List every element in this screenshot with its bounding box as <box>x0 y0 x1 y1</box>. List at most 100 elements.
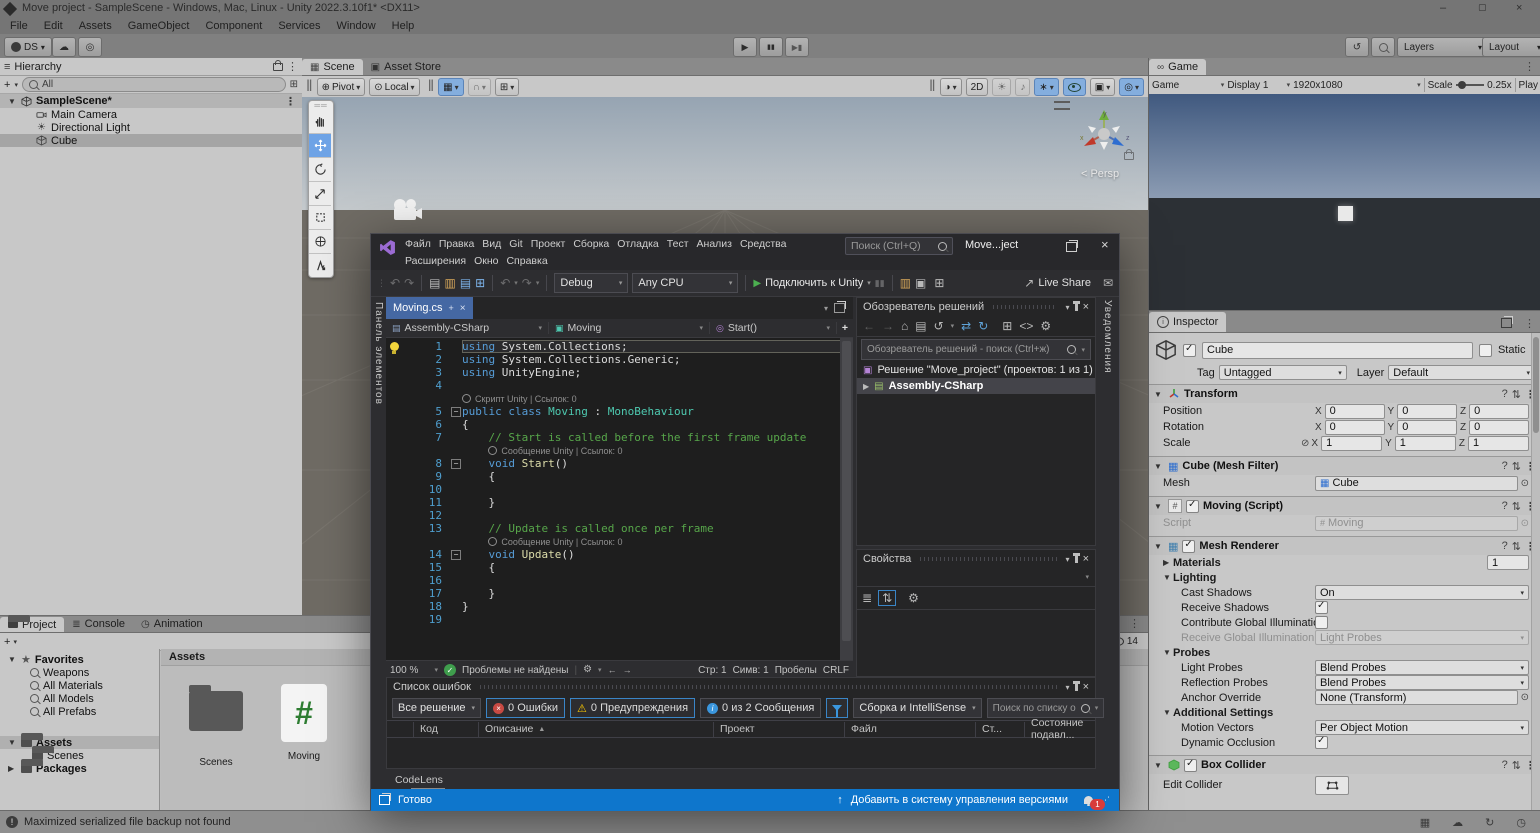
column-suppression[interactable]: Состояние подавл... <box>1025 722 1095 737</box>
foldout-icon[interactable]: ▼ <box>1163 708 1173 717</box>
pin-icon[interactable] <box>1075 303 1078 311</box>
packages-folder-row[interactable]: ▶ Packages <box>0 762 159 775</box>
column-flag[interactable] <box>387 722 414 737</box>
move-tool-button[interactable] <box>309 134 331 158</box>
properties-object-dropdown[interactable]: ▾ <box>859 568 1093 586</box>
assets-folder-row[interactable]: ▼ Assets <box>0 736 159 749</box>
probes-foldout[interactable]: ▼ Probes <box>1149 645 1540 660</box>
mesh-renderer-header[interactable]: ▼ ▦ Mesh Renderer ? ⇅ ⋮ <box>1149 536 1540 555</box>
indent-mode[interactable]: Пробелы <box>775 665 817 676</box>
code-line[interactable]: 6{ <box>386 418 853 431</box>
status-activity-icon[interactable]: ◷ <box>1508 816 1534 829</box>
view-code-icon[interactable]: <> <box>1019 320 1033 332</box>
close-icon[interactable]: × <box>1083 681 1089 693</box>
code-line[interactable]: 17 } <box>386 587 853 600</box>
tab-scene[interactable]: ▦ Scene <box>302 59 363 75</box>
open-file-icon[interactable]: ▥ <box>444 277 455 289</box>
scrollbar-thumb[interactable] <box>1533 337 1539 433</box>
moving-script-header[interactable]: ▼ # Moving (Script) ? ⇅ ⋮ <box>1149 496 1540 515</box>
breadcrumb-member-dropdown[interactable]: ◎Start() ▾ <box>710 322 836 334</box>
navigate-back-icon[interactable]: ↶ <box>390 277 400 289</box>
next-issue-icon[interactable]: → <box>623 666 632 675</box>
static-checkbox[interactable] <box>1479 344 1492 357</box>
favorite-all-models[interactable]: All Models <box>0 692 159 705</box>
errors-filter-button[interactable]: × 0 Ошибки <box>486 698 565 718</box>
line-ending[interactable]: CRLF <box>823 665 849 676</box>
tab-animation[interactable]: ◷ Animation <box>133 616 211 632</box>
solution-row[interactable]: ▣ Решение "Move_project" (проектов: 1 из… <box>857 362 1095 378</box>
vs-menu-item[interactable]: Справка <box>502 254 551 268</box>
gameobject-icon[interactable] <box>1155 339 1177 361</box>
object-picker-icon[interactable]: ⊙ <box>1521 692 1529 703</box>
code-line[interactable]: 13 // Update is called once per frame <box>386 522 853 535</box>
close-icon[interactable]: × <box>1083 301 1089 313</box>
foldout-icon[interactable]: ▼ <box>1154 502 1164 511</box>
foldout-icon[interactable]: ▼ <box>8 97 17 106</box>
shading-mode-dropdown[interactable]: ◑ ▾ <box>940 78 962 96</box>
float-icon[interactable] <box>834 303 845 313</box>
motion-vectors-dropdown[interactable]: Per Object Motion ▾ <box>1315 720 1529 735</box>
fold-marker[interactable]: − <box>451 459 461 469</box>
overlay-drag-handle[interactable]: ══ <box>309 101 333 110</box>
back-icon[interactable]: ← <box>863 320 875 332</box>
property-pages-icon[interactable]: ⚙ <box>908 592 919 604</box>
enabled-checkbox[interactable] <box>1186 500 1199 513</box>
cursor-line[interactable]: Стр: 1 <box>698 665 726 676</box>
kebab-menu-icon[interactable]: ⋮ <box>287 60 298 73</box>
unity-menu-item[interactable]: Assets <box>71 19 120 33</box>
split-add-button[interactable]: + <box>836 322 853 334</box>
codelens-row[interactable]: Сообщение Unity | Ссылок: 0 <box>386 444 853 457</box>
custom-tool-button[interactable] <box>309 254 331 277</box>
hierarchy-search-input[interactable]: All <box>22 77 286 92</box>
vs-menu-item[interactable]: Анализ <box>693 237 736 251</box>
editor-settings-icon[interactable]: ⚙ <box>583 665 592 675</box>
attach-to-unity-button[interactable]: ▶ Подключить к Unity ▾ <box>753 277 870 289</box>
code-line[interactable]: 3using UnityEngine; <box>386 366 853 379</box>
code-line[interactable]: 1using System.Collections; <box>386 340 853 353</box>
scale-z-field[interactable]: 1 <box>1468 436 1529 451</box>
presets-icon[interactable]: ⇅ <box>1512 540 1521 553</box>
search-window-icon[interactable]: ⊞ <box>290 79 298 90</box>
additional-settings-foldout[interactable]: ▼ Additional Settings <box>1149 705 1540 720</box>
unity-menu-item[interactable]: Component <box>197 19 270 33</box>
hierarchy-scene-row[interactable]: ▼ SampleScene* ⋮ <box>0 94 302 108</box>
add-to-source-control-button[interactable]: Добавить в систему управления версиями <box>851 794 1068 806</box>
vs-menu-item[interactable]: Тест <box>663 237 693 251</box>
vs-search-input[interactable]: Поиск (Ctrl+Q) <box>845 237 953 255</box>
hierarchy-item-cube[interactable]: Cube <box>0 134 302 147</box>
foldout-icon[interactable]: ▶ <box>863 382 869 391</box>
code-line[interactable]: 9 { <box>386 470 853 483</box>
overlay-handle[interactable] <box>1054 101 1070 110</box>
fold-marker[interactable]: − <box>451 407 461 417</box>
chevron-down-icon[interactable]: ▾ <box>1066 303 1070 312</box>
refresh-icon[interactable]: ↻ <box>978 320 988 332</box>
sync-icon[interactable]: ⇄ <box>961 320 971 332</box>
asset-scenes[interactable]: Scenes <box>181 683 251 768</box>
ide-icon[interactable]: ▣ <box>915 277 926 289</box>
cloud-button[interactable]: ☁ <box>52 37 76 57</box>
maximize-button[interactable]: ▢ <box>1478 2 1487 13</box>
zoom-dropdown[interactable]: 100 % ▾ <box>390 665 438 676</box>
save-icon[interactable]: ▤ <box>460 277 471 289</box>
scene-visibility-button[interactable] <box>1063 78 1086 96</box>
vs-menu-item[interactable]: Средства <box>736 237 791 251</box>
lock-icon[interactable] <box>273 63 283 71</box>
breadcrumb-project-dropdown[interactable]: ▤Assembly-CSharp ▾ <box>386 322 549 334</box>
edit-collider-button[interactable] <box>1315 776 1349 795</box>
presets-icon[interactable]: ⇅ <box>1512 759 1521 772</box>
column-line[interactable]: Ст... <box>976 722 1025 737</box>
status-refresh-icon[interactable]: ↻ <box>1477 816 1502 829</box>
transform-header[interactable]: ▼ Transform ? ⇅ ⋮ <box>1149 384 1540 403</box>
mesh-object-field[interactable]: ▦ Cube <box>1315 476 1518 491</box>
tab-game[interactable]: ∞ Game <box>1149 59 1206 75</box>
show-all-files-icon[interactable]: ▤ <box>915 320 926 332</box>
codelens-row[interactable]: Скрипт Unity | Ссылок: 0 <box>386 392 853 405</box>
home-icon[interactable]: ⌂ <box>901 320 908 332</box>
source-dropdown[interactable]: Сборка и IntelliSense▾ <box>853 698 981 718</box>
asset-moving-script[interactable]: # Moving <box>269 683 339 762</box>
filter-button[interactable] <box>826 698 848 718</box>
box-collider-header[interactable]: ▼ Box Collider ? ⇅ ⋮ <box>1149 755 1540 774</box>
pause-button[interactable]: ▮▮ <box>759 37 783 57</box>
materials-size-field[interactable]: 1 <box>1487 555 1529 570</box>
code-line[interactable]: 10 <box>386 483 853 496</box>
